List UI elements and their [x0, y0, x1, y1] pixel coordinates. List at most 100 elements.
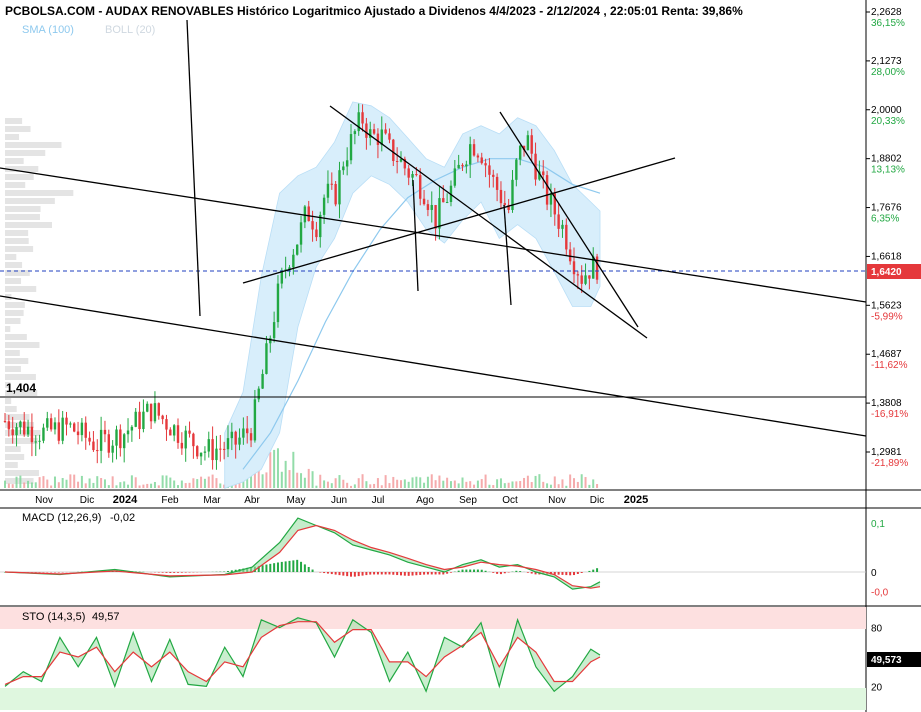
last-price-tag: 1,6420 [867, 264, 921, 279]
candle-body [465, 164, 468, 167]
volume-profile-bar [5, 182, 26, 188]
candle-body [161, 415, 164, 420]
volume-bar [38, 477, 41, 488]
support-label: 1,404 [6, 381, 36, 395]
candle-body [222, 448, 226, 450]
volume-profile-bar [5, 406, 17, 412]
volume-bar [42, 476, 45, 488]
volume-bar [488, 484, 491, 488]
volume-bar [446, 477, 449, 488]
candle-body [457, 164, 460, 169]
legend-boll: BOLL (20) [105, 24, 155, 36]
macd-hist-bar [492, 572, 495, 573]
candle-body [395, 161, 399, 163]
macd-hist-bar [342, 572, 345, 576]
candle-body [172, 425, 176, 436]
candle-body [561, 224, 564, 229]
macd-hist-bar [515, 570, 518, 572]
macd-hist-bar [526, 572, 529, 573]
volume-bar [438, 475, 441, 488]
volume-bar [430, 474, 433, 488]
volume-profile-bar [5, 238, 29, 244]
x-axis-label: Feb [161, 495, 179, 506]
volume-bar [449, 481, 452, 488]
candle-body [480, 157, 483, 164]
volume-bar [423, 482, 426, 488]
volume-profile-bar [5, 126, 31, 132]
volume-profile-bar [5, 230, 29, 236]
volume-bar [180, 480, 183, 488]
candle-body [445, 201, 449, 203]
macd-hist-bar [180, 572, 183, 573]
candle-body [342, 166, 345, 171]
macd-hist-bar [365, 572, 368, 576]
candle-body [180, 442, 184, 449]
candle-body [65, 417, 68, 425]
macd-hist-bar [392, 572, 395, 575]
macd-hist-bar [573, 572, 576, 576]
price-tick-label: 1,7676 [871, 203, 902, 214]
macd-hist-bar [303, 564, 306, 572]
macd-hist-bar [350, 572, 353, 577]
macd-hist-bar [373, 572, 376, 575]
candle-body [426, 204, 430, 210]
macd-hist-bar [361, 572, 364, 576]
macd-hist-bar [530, 572, 533, 574]
macd-hist-bar [300, 561, 303, 572]
volume-profile-bar [5, 198, 55, 204]
sto-d-line [4, 621, 601, 685]
volume-profile-bar [5, 302, 25, 308]
volume-bar [173, 480, 176, 488]
volume-bar [580, 474, 583, 488]
candle-body [7, 421, 11, 430]
last-price-value: 1,6420 [871, 267, 902, 278]
candle-body [142, 411, 145, 430]
volume-bar [434, 480, 437, 488]
macd-hist-bar [596, 568, 599, 572]
volume-bar [284, 460, 287, 488]
price-tick-label: 1,5623 [871, 300, 902, 311]
candle-body [103, 429, 107, 435]
volume-profile-bar [5, 206, 41, 212]
macd-hist-bar [338, 572, 341, 576]
volume-bar [569, 474, 572, 488]
candle-body [292, 254, 295, 268]
candle-body [219, 448, 222, 450]
macd-hist-bar [173, 572, 176, 573]
volume-bar [511, 481, 514, 488]
volume-bar [573, 478, 576, 488]
macd-histogram [4, 559, 599, 577]
volume-bar [469, 481, 472, 488]
volume-profile-bar [5, 478, 34, 484]
sto-tick-label: 80 [871, 624, 883, 635]
x-axis-label: Abr [244, 495, 260, 506]
volume-bar [553, 476, 556, 488]
volume-bar [419, 477, 422, 488]
price-tick-label: 1,4687 [871, 349, 902, 360]
candle-body [184, 430, 187, 449]
volume-bar [346, 482, 349, 488]
volume-bar [353, 484, 356, 488]
candle-body [169, 429, 172, 436]
x-axis-label: Sep [459, 495, 477, 506]
candle-body [230, 431, 234, 439]
price-tick-pct: -16,91% [871, 409, 908, 420]
volume-bar [119, 482, 122, 488]
macd-hist-bar [261, 565, 264, 572]
volume-bar [523, 477, 526, 488]
volume-bar [57, 482, 60, 488]
macd-hist-bar [465, 569, 468, 572]
candle-body [234, 431, 237, 445]
volume-bar [296, 472, 299, 488]
volume-bar [515, 481, 518, 488]
volume-profile-bar [5, 374, 36, 380]
candle-body [99, 429, 103, 451]
candle-body [49, 418, 53, 430]
volume-bar [207, 476, 210, 488]
macd-hist-bar [423, 572, 426, 575]
volume-profile-bar [5, 286, 37, 292]
volume-bar [326, 481, 329, 488]
candle-body [249, 433, 253, 441]
volume-bar [484, 474, 487, 488]
volume-bar [499, 478, 502, 488]
